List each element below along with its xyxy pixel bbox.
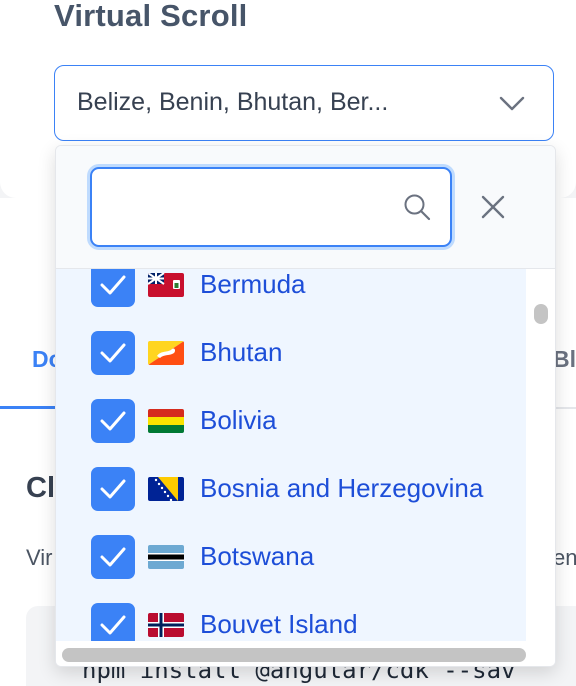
- bermuda-flag-icon: [148, 273, 184, 297]
- search-icon: [404, 194, 431, 221]
- option-label: Bhutan: [200, 337, 283, 367]
- vertical-scrollbar-track[interactable]: [526, 269, 555, 641]
- option-bolivia[interactable]: Bolivia: [56, 386, 526, 454]
- checkbox-checked[interactable]: [91, 399, 135, 443]
- option-bhutan[interactable]: Bhutan: [56, 318, 526, 386]
- multiselect[interactable]: Belize, Benin, Bhutan, Ber...: [54, 65, 554, 141]
- close-icon[interactable]: [476, 190, 510, 224]
- content-text-end: en: [553, 545, 576, 570]
- vertical-scrollbar-thumb[interactable]: [534, 304, 548, 324]
- check-icon: [100, 479, 126, 499]
- check-icon: [100, 615, 126, 635]
- horizontal-scrollbar-thumb[interactable]: [62, 648, 526, 662]
- option-label: Bouvet Island: [200, 609, 358, 639]
- botswana-flag-icon: [148, 545, 184, 569]
- option-botswana[interactable]: Botswana: [56, 522, 526, 590]
- multiselect-value: Belize, Benin, Bhutan, Ber...: [77, 88, 389, 116]
- bhutan-flag-icon: [148, 341, 184, 365]
- option-label: Botswana: [200, 541, 315, 571]
- filter-container: [90, 167, 452, 247]
- option-bermuda[interactable]: Bermuda: [56, 269, 526, 318]
- chevron-down-icon[interactable]: [499, 92, 525, 114]
- content-heading: Cl: [26, 472, 55, 504]
- check-icon: [100, 411, 126, 431]
- checkbox-checked[interactable]: [91, 535, 135, 579]
- option-bouvet-island[interactable]: Bouvet Island: [56, 590, 526, 641]
- check-icon: [100, 547, 126, 567]
- norway-flag-icon: [148, 613, 184, 637]
- checkbox-checked[interactable]: [91, 331, 135, 375]
- option-label: Bolivia: [200, 405, 277, 435]
- page: Do Bl Cl Vir en npm install @angular/cdk…: [0, 0, 576, 686]
- tab-other[interactable]: Bl: [553, 346, 576, 373]
- option-label: Bosnia and Herzegovina: [200, 473, 484, 503]
- check-icon: [100, 343, 126, 363]
- check-icon: [100, 275, 126, 295]
- options-list: Bermuda Bhutan Bolivia Bosnia and Herzeg…: [56, 269, 526, 641]
- content-text: Vir: [26, 545, 53, 570]
- checkbox-checked[interactable]: [91, 269, 135, 307]
- filter-input[interactable]: [102, 179, 396, 237]
- panel-header: [56, 146, 555, 269]
- tab-active-indicator: [0, 406, 60, 409]
- bosnia-flag-icon: [148, 477, 184, 501]
- option-bosnia-and-herzegovina[interactable]: Bosnia and Herzegovina: [56, 454, 526, 522]
- bolivia-flag-icon: [148, 409, 184, 433]
- multiselect-panel: Bermuda Bhutan Bolivia Bosnia and Herzeg…: [55, 145, 556, 667]
- checkbox-checked[interactable]: [91, 603, 135, 641]
- section-title: Virtual Scroll: [54, 0, 248, 33]
- option-label: Bermuda: [200, 269, 306, 299]
- checkbox-checked[interactable]: [91, 467, 135, 511]
